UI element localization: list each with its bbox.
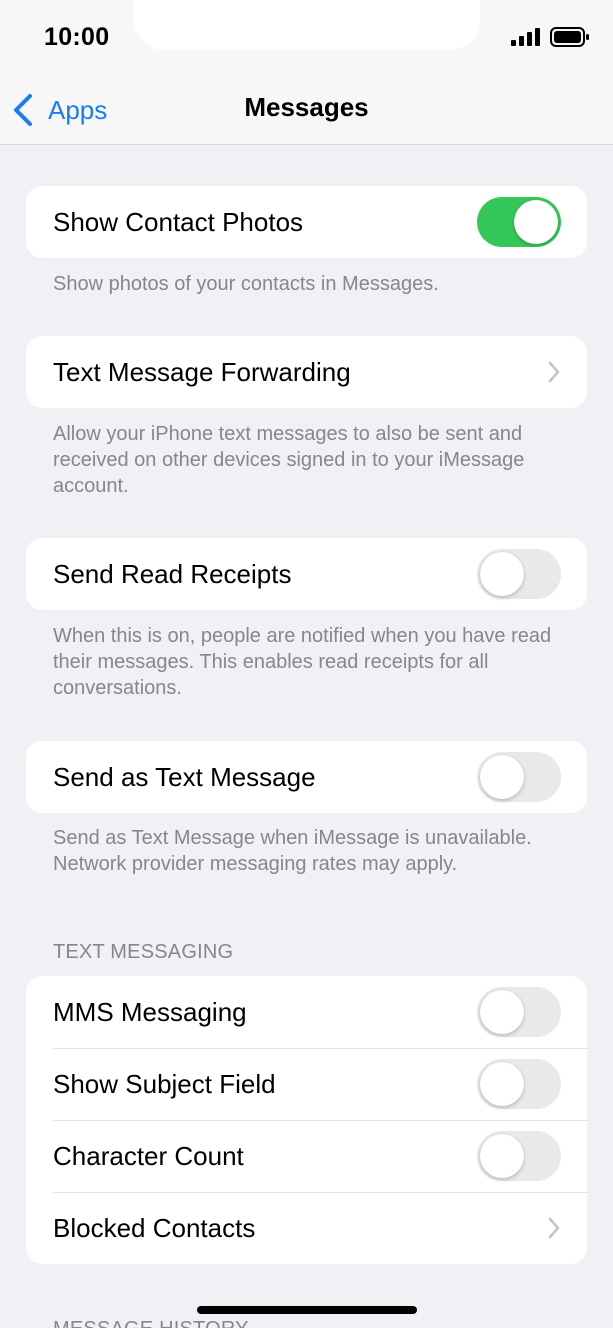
home-indicator (197, 1306, 417, 1314)
show-subject-field-toggle[interactable] (477, 1059, 561, 1109)
toggle-knob (480, 552, 524, 596)
send-read-receipts-row: Send Read Receipts (26, 538, 587, 610)
row-label: MMS Messaging (53, 996, 247, 1027)
chevron-right-icon (548, 1217, 560, 1239)
mms-messaging-row: MMS Messaging (26, 976, 587, 1048)
navigation-bar: Messages Apps (0, 78, 613, 145)
row-label: Show Contact Photos (53, 206, 304, 237)
battery-icon (550, 27, 589, 47)
read-receipts-footer: When this is on, people are notified whe… (53, 625, 552, 699)
forwarding-group: Text Message Forwarding (26, 336, 587, 408)
row-label: Send Read Receipts (53, 558, 292, 589)
mms-messaging-toggle[interactable] (477, 987, 561, 1037)
show-contact-photos-row: Show Contact Photos (26, 186, 587, 258)
back-button[interactable]: Apps (12, 90, 107, 130)
status-time: 10:00 (44, 23, 110, 51)
notch (134, 0, 480, 50)
text-messaging-group: MMS Messaging Show Subject Field Charact… (26, 976, 587, 1264)
toggle-knob (480, 1062, 524, 1106)
row-label: Text Message Forwarding (53, 356, 351, 387)
row-label: Blocked Contacts (53, 1212, 256, 1243)
status-bar: 10:00 (0, 0, 613, 78)
toggle-knob (514, 200, 558, 244)
send-as-text-message-row: Send as Text Message (26, 741, 587, 813)
send-as-sms-footer: Send as Text Message when iMessage is un… (53, 827, 532, 875)
show-subject-field-row: Show Subject Field (26, 1048, 587, 1120)
read-receipts-group: Send Read Receipts (26, 538, 587, 610)
row-label: Show Subject Field (53, 1068, 276, 1099)
forwarding-footer: Allow your iPhone text messages to also … (53, 423, 525, 497)
text-messaging-header: TEXT MESSAGING (53, 941, 234, 963)
blocked-contacts-row[interactable]: Blocked Contacts (26, 1192, 587, 1264)
contact-photos-footer: Show photos of your contacts in Messages… (53, 273, 439, 295)
character-count-row: Character Count (26, 1120, 587, 1192)
character-count-toggle[interactable] (477, 1131, 561, 1181)
chevron-right-icon (548, 361, 560, 383)
settings-screen: 10:00 Messages Apps Show Contact Photos (0, 0, 613, 1328)
toggle-knob (480, 755, 524, 799)
chevron-left-icon (14, 94, 32, 126)
toggle-knob (480, 990, 524, 1034)
back-button-label: Apps (48, 94, 108, 125)
text-message-forwarding-row[interactable]: Text Message Forwarding (26, 336, 587, 408)
row-label: Character Count (53, 1140, 244, 1171)
contact-photos-group: Show Contact Photos (26, 186, 587, 258)
message-history-header: MESSAGE HISTORY (53, 1318, 249, 1328)
send-as-sms-group: Send as Text Message (26, 741, 587, 813)
cellular-signal-icon (511, 28, 540, 46)
row-label: Send as Text Message (53, 761, 316, 792)
send-as-text-message-toggle[interactable] (477, 752, 561, 802)
send-read-receipts-toggle[interactable] (477, 549, 561, 599)
show-contact-photos-toggle[interactable] (477, 197, 561, 247)
toggle-knob (480, 1134, 524, 1178)
